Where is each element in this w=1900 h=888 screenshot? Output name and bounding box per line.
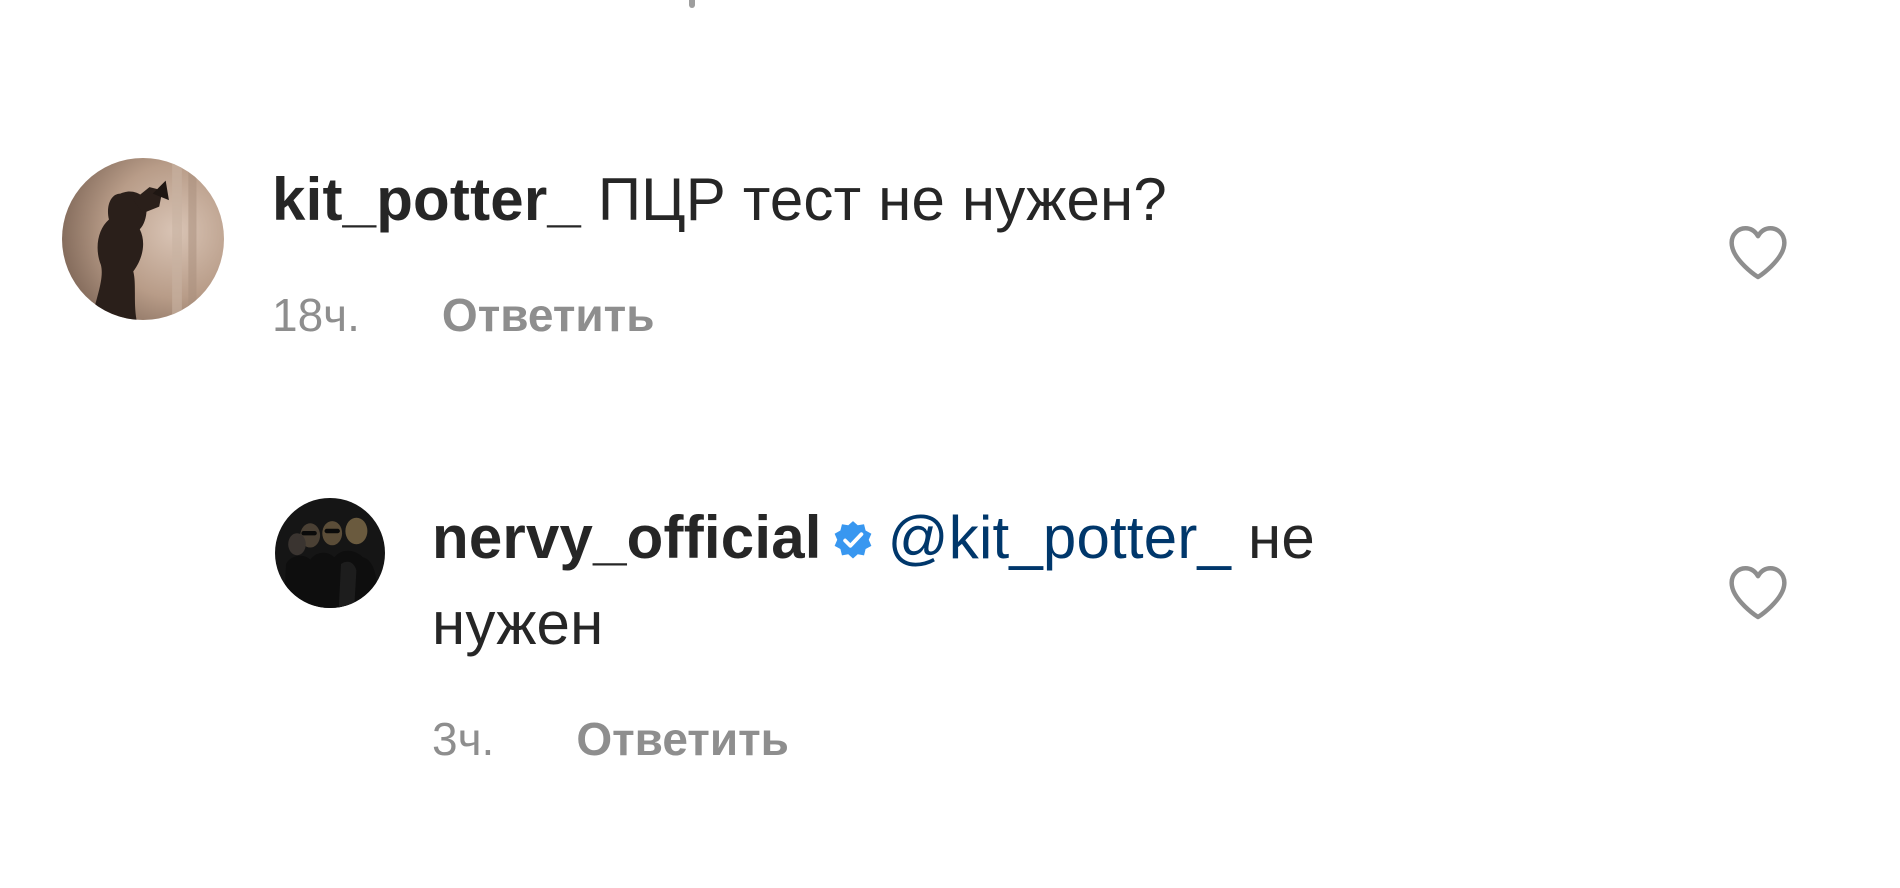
scroll-divider bbox=[689, 0, 695, 8]
heart-outline-icon bbox=[1729, 566, 1787, 620]
comment-body: nervy_official @kit_potter_ не нужен bbox=[432, 495, 1632, 667]
comment-meta: 18ч. Ответить bbox=[272, 287, 655, 343]
comment-body: kit_potter_ ПЦР тест не нужен? bbox=[272, 157, 1167, 243]
comment-text-continuation: нужен bbox=[432, 590, 604, 657]
mention-link[interactable]: @kit_potter_ bbox=[888, 504, 1231, 571]
like-button[interactable] bbox=[1726, 223, 1790, 281]
comment-username[interactable]: nervy_official bbox=[432, 504, 822, 571]
avatar[interactable] bbox=[62, 158, 224, 320]
like-button[interactable] bbox=[1726, 563, 1790, 621]
comments-screen: kit_potter_ ПЦР тест не нужен? 18ч. Ответ… bbox=[0, 0, 1900, 888]
comment-timestamp: 3ч. bbox=[432, 713, 495, 765]
reply-button[interactable]: Ответить bbox=[442, 289, 655, 341]
comment-username[interactable]: kit_potter_ bbox=[272, 166, 581, 233]
profile-photo-icon bbox=[62, 158, 224, 320]
comment-text: не bbox=[1231, 504, 1315, 571]
verified-badge-icon bbox=[832, 519, 874, 561]
heart-outline-icon bbox=[1729, 226, 1787, 280]
comment-meta: 3ч. Ответить bbox=[432, 711, 789, 767]
profile-photo-icon bbox=[275, 498, 385, 608]
comment-text: ПЦР тест не нужен? bbox=[597, 166, 1167, 233]
avatar[interactable] bbox=[275, 498, 385, 608]
reply-button[interactable]: Ответить bbox=[576, 713, 789, 765]
comment-timestamp: 18ч. bbox=[272, 289, 360, 341]
